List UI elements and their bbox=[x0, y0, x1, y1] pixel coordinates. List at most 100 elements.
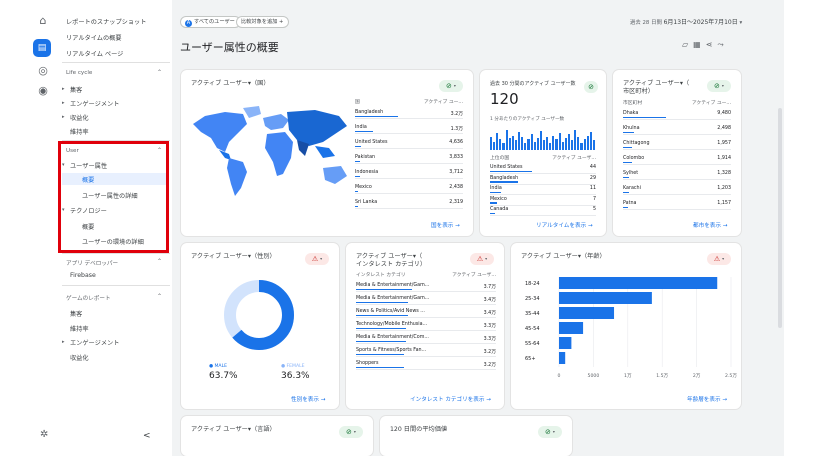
table-row[interactable]: Bangladesh 3.2万 bbox=[355, 108, 463, 119]
column-header[interactable]: 国 bbox=[355, 98, 360, 105]
nav-snapshot[interactable]: レポートのスナップショット bbox=[66, 17, 146, 26]
chevron-up-icon[interactable]: ⌃ bbox=[157, 69, 162, 76]
nav-games-engagement[interactable]: エンゲージメント bbox=[70, 338, 119, 347]
status-badge[interactable]: ⊘ ▾ bbox=[538, 426, 562, 438]
table-row[interactable]: Pakistan 3,833 bbox=[355, 153, 463, 164]
view-gender-link[interactable]: 性別を表示 → bbox=[291, 395, 325, 403]
warning-badge[interactable]: ⚠ ▾ bbox=[470, 253, 494, 265]
nav-engagement[interactable]: エンゲージメント bbox=[70, 99, 119, 108]
card-title: アクティブ ユーザー▾（国） bbox=[191, 80, 270, 87]
gear-icon[interactable]: ✲ bbox=[40, 429, 48, 440]
expand-arrow-icon[interactable]: ▸ bbox=[62, 114, 65, 120]
edit-icon[interactable]: ▱ bbox=[682, 40, 693, 49]
table-row[interactable]: Colombo 1,914 bbox=[623, 154, 731, 165]
table-row[interactable]: Chittagong 1,957 bbox=[623, 139, 731, 150]
column-header[interactable]: アクティブ ユー... bbox=[692, 99, 731, 106]
view-age-link[interactable]: 年齢層を表示 → bbox=[687, 395, 727, 403]
insights-icon[interactable]: ▦ bbox=[693, 40, 706, 49]
nav-games-acquisition[interactable]: 集客 bbox=[70, 309, 82, 318]
advertising-icon[interactable]: ◉ bbox=[36, 84, 50, 98]
expand-arrow-icon[interactable]: ▸ bbox=[62, 100, 65, 106]
table-row[interactable]: Mexico 2,438 bbox=[355, 183, 463, 194]
view-cities-link[interactable]: 都市を表示 → bbox=[693, 221, 727, 229]
caret-down-icon: ▾ bbox=[353, 429, 356, 434]
table-row[interactable]: News & Politics/Avid News ... 3.4万 bbox=[356, 307, 496, 318]
column-header[interactable]: アクティブ ユーザ... bbox=[552, 154, 596, 161]
table-row[interactable]: Mexico 7 bbox=[490, 195, 596, 206]
table-row[interactable]: Indonesia 3,712 bbox=[355, 168, 463, 179]
section-games[interactable]: ゲームのレポート bbox=[66, 294, 111, 302]
table-row[interactable]: Media & Entertainment/Gam... 3.4万 bbox=[356, 294, 496, 305]
table-row[interactable]: Khulna 2,498 bbox=[623, 124, 731, 135]
table-row[interactable]: Sylhet 1,328 bbox=[623, 169, 731, 180]
realtime-bar bbox=[505, 129, 508, 150]
explore-icon[interactable]: ◎ bbox=[36, 64, 50, 78]
table-row[interactable]: India 1.3万 bbox=[355, 123, 463, 134]
nav-games-retention[interactable]: 維持率 bbox=[70, 324, 89, 333]
view-realtime-link[interactable]: リアルタイムを表示 → bbox=[536, 221, 593, 229]
section-app-developer[interactable]: アプリ デベロッパー bbox=[66, 259, 118, 267]
table-row[interactable]: Patna 1,157 bbox=[623, 199, 731, 210]
row-bar bbox=[623, 146, 632, 148]
section-lifecycle[interactable]: Life cycle bbox=[66, 70, 92, 76]
table-row[interactable]: Sports & Fitness/Sports Fan... 3.2万 bbox=[356, 346, 496, 357]
share-icon[interactable]: ⋖ bbox=[706, 40, 718, 49]
warning-badge[interactable]: ⚠ ▾ bbox=[707, 253, 731, 265]
column-header[interactable]: 市区町村 bbox=[623, 99, 642, 106]
segment-chip[interactable]: A すべてのユーザー bbox=[180, 16, 241, 28]
age-bar[interactable] bbox=[559, 337, 572, 349]
nav-realtime-overview[interactable]: リアルタイムの概要 bbox=[66, 33, 122, 42]
table-row[interactable]: Media & Entertainment/Com... 3.3万 bbox=[356, 333, 496, 344]
status-badge[interactable]: ⊘ bbox=[584, 81, 598, 93]
scrollbar[interactable] bbox=[778, 108, 782, 328]
chevron-up-icon[interactable]: ⌃ bbox=[157, 258, 162, 265]
table-row[interactable]: Karachi 1,203 bbox=[623, 184, 731, 195]
y-category-label: 25-34 bbox=[525, 296, 540, 302]
nav-monetization[interactable]: 収益化 bbox=[70, 113, 89, 122]
column-header[interactable]: インタレスト カテゴリ bbox=[356, 271, 406, 278]
date-range-picker[interactable]: 過去 28 日間 6月13日～2025年7月10日 ▾ bbox=[630, 17, 742, 26]
nav-games-monetization[interactable]: 収益化 bbox=[70, 353, 89, 362]
table-row[interactable]: Shoppers 3.2万 bbox=[356, 359, 496, 370]
column-header[interactable]: アクティブ ユー... bbox=[424, 98, 463, 105]
status-badge[interactable]: ⊘ ▾ bbox=[707, 80, 731, 92]
reports-icon[interactable]: ▤ bbox=[33, 39, 51, 57]
table-row[interactable]: United States 4,636 bbox=[355, 138, 463, 149]
nav-retention[interactable]: 維持率 bbox=[70, 127, 89, 136]
table-row[interactable]: Bangladesh 29 bbox=[490, 174, 596, 185]
status-badge[interactable]: ⊘ ▾ bbox=[439, 80, 463, 92]
gender-donut-chart[interactable] bbox=[221, 277, 297, 353]
nav-acquisition[interactable]: 集客 bbox=[70, 85, 82, 94]
age-bar[interactable] bbox=[559, 292, 652, 304]
world-map[interactable] bbox=[185, 102, 355, 202]
warning-badge[interactable]: ⚠ ▾ bbox=[305, 253, 329, 265]
table-row[interactable]: India 11 bbox=[490, 184, 596, 195]
table-row[interactable]: Technology/Mobile Enthusia... 3.3万 bbox=[356, 320, 496, 331]
age-bar-chart[interactable]: 0 5000 1万 1.5万 2万 2.5万 18-24 25-34 35-44 45-54 55-… bbox=[517, 273, 737, 379]
collapse-nav-button[interactable]: < bbox=[143, 431, 151, 441]
add-comparison-chip[interactable]: 比較対象を追加 + bbox=[236, 16, 290, 28]
view-countries-link[interactable]: 国を表示 → bbox=[431, 221, 460, 229]
realtime-bar-chart[interactable] bbox=[490, 126, 596, 150]
age-bar[interactable] bbox=[559, 307, 615, 319]
column-header[interactable]: アクティブ ユーザ... bbox=[452, 271, 496, 278]
table-row[interactable]: Sri Lanka 2,319 bbox=[355, 198, 463, 209]
chevron-up-icon[interactable]: ⌃ bbox=[157, 293, 162, 300]
age-bar[interactable] bbox=[559, 322, 584, 334]
nav-firebase[interactable]: Firebase bbox=[70, 272, 96, 279]
age-bar[interactable] bbox=[559, 277, 718, 289]
trend-icon[interactable]: ⤳ bbox=[717, 40, 728, 49]
table-row[interactable]: United States 44 bbox=[490, 163, 596, 174]
view-interests-link[interactable]: インタレスト カテゴリを表示 → bbox=[410, 395, 491, 403]
row-label: Shoppers bbox=[356, 361, 379, 366]
nav-realtime-pages[interactable]: リアルタイム ページ bbox=[66, 49, 123, 58]
table-row[interactable]: Dhaka 9,480 bbox=[623, 109, 731, 120]
age-bar[interactable] bbox=[559, 352, 566, 364]
expand-arrow-icon[interactable]: ▸ bbox=[62, 339, 65, 345]
status-badge[interactable]: ⊘ ▾ bbox=[339, 426, 363, 438]
home-icon[interactable]: ⌂ bbox=[36, 14, 50, 28]
column-header[interactable]: 上位の国 bbox=[490, 154, 509, 161]
table-row[interactable]: Media & Entertainment/Gam... 3.7万 bbox=[356, 281, 496, 292]
table-row[interactable]: Canada 5 bbox=[490, 205, 596, 216]
expand-arrow-icon[interactable]: ▸ bbox=[62, 86, 65, 92]
